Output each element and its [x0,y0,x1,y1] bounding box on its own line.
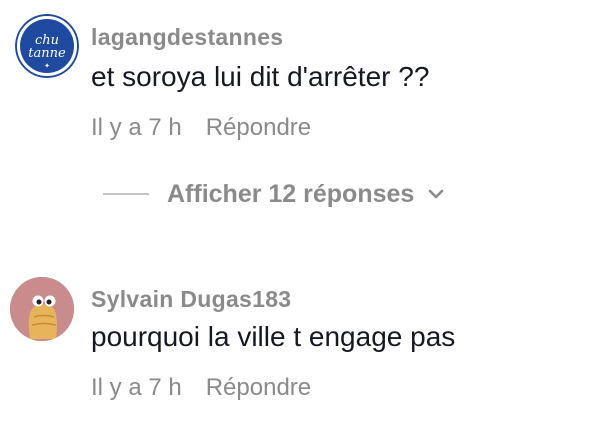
svg-text:✦: ✦ [44,62,50,70]
comment-item: Sylvain Dugas183 pourquoi la ville t eng… [0,260,600,422]
comment-username[interactable]: Sylvain Dugas183 [91,286,291,313]
reply-button[interactable]: Répondre [206,114,311,141]
avatar-cartoon-icon [10,277,74,341]
avatar-logo-icon: chu tanne ✦ [15,14,79,78]
comment-meta: Il y a 7 h Répondre [91,114,311,142]
replies-divider-line [103,193,149,195]
comment-meta: Il y a 7 h Répondre [91,374,311,402]
chevron-down-icon [426,184,446,204]
comment-text: pourquoi la ville t engage pas [91,321,456,352]
comment-item: chu tanne ✦ lagangdestannes et soroya lu… [0,0,600,160]
comment-time: Il y a 7 h [91,114,182,141]
comment-text: et soroya lui dit d'arrêter ?? [91,61,430,92]
reply-button[interactable]: Répondre [206,374,311,401]
comment-username[interactable]: lagangdestannes [91,24,283,51]
show-replies-button[interactable]: Afficher 12 réponses [103,176,446,212]
show-replies-label: Afficher 12 réponses [167,179,415,208]
avatar[interactable]: chu tanne ✦ [15,14,79,78]
avatar[interactable] [10,277,74,341]
comment-time: Il y a 7 h [91,374,182,401]
avatar-logo-text-bottom: tanne [28,46,66,61]
